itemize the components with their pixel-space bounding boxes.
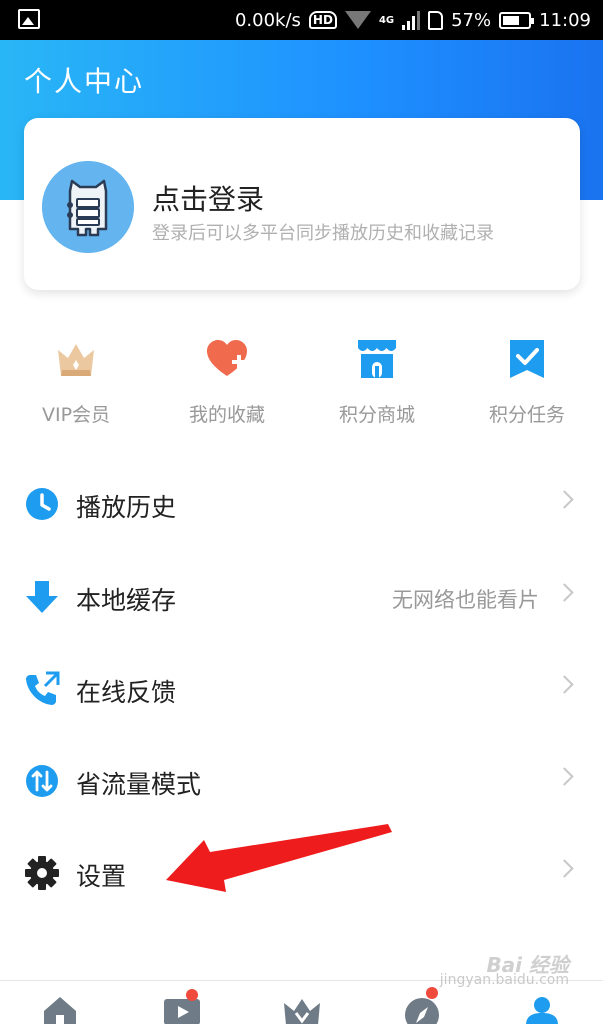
vip-crown-icon bbox=[284, 999, 320, 1024]
nav-tab-profile[interactable] bbox=[522, 995, 562, 1024]
quick-action-tasks[interactable]: 积分任务 bbox=[452, 336, 602, 436]
chevron-right-icon bbox=[555, 583, 574, 602]
nav-tab-video[interactable] bbox=[162, 989, 202, 1024]
quick-actions: VIP会员 我的收藏 积分商城 积分任务 bbox=[0, 336, 603, 436]
home-icon bbox=[44, 997, 76, 1024]
status-bar: 0.00k/s HD 4G 57% 11:09 bbox=[0, 0, 603, 40]
watermark: Bai 经验 jingyan.baidu.com bbox=[439, 953, 569, 988]
store-icon bbox=[358, 340, 396, 378]
quick-action-label: VIP会员 bbox=[41, 404, 111, 426]
annotation-arrow-icon bbox=[166, 824, 392, 892]
heart-plus-icon bbox=[207, 340, 247, 376]
menu-item-label: 省流量模式 bbox=[76, 770, 202, 799]
clock-time: 11:09 bbox=[539, 9, 591, 31]
nav-tab-vip[interactable] bbox=[282, 995, 322, 1024]
quick-action-store[interactable]: 积分商城 bbox=[302, 336, 452, 436]
quick-action-label: 积分商城 bbox=[338, 404, 415, 426]
mascot-avatar-icon bbox=[42, 161, 134, 253]
battery-icon bbox=[499, 11, 535, 29]
menu-item-label: 播放历史 bbox=[76, 493, 177, 522]
notification-dot bbox=[426, 987, 438, 999]
net-speed: 0.00k/s bbox=[234, 9, 301, 31]
nav-tab-home[interactable] bbox=[40, 995, 80, 1024]
menu-item-hint: 无网络也能看片 bbox=[392, 588, 539, 612]
data-saver-icon bbox=[26, 765, 58, 797]
signal-icon bbox=[402, 10, 421, 30]
sim-icon bbox=[428, 10, 444, 30]
download-arrow-icon bbox=[26, 581, 58, 613]
profile-icon bbox=[526, 997, 558, 1024]
status-indicators: 0.00k/s HD 4G 57% 11:09 bbox=[235, 0, 591, 40]
quick-action-label: 积分任务 bbox=[488, 404, 565, 426]
chevron-right-icon bbox=[555, 675, 574, 694]
network-type: 4G bbox=[378, 14, 395, 26]
quick-action-favorites[interactable]: 我的收藏 bbox=[152, 336, 302, 436]
clock-icon bbox=[26, 488, 58, 520]
menu-item-history[interactable]: 播放历史 bbox=[0, 458, 603, 550]
login-title[interactable]: 点击登录 bbox=[152, 178, 264, 218]
wifi-icon bbox=[344, 11, 371, 29]
nav-tab-discover[interactable] bbox=[402, 987, 442, 1024]
chevron-right-icon bbox=[555, 767, 574, 786]
phone-feedback-icon bbox=[26, 671, 60, 705]
avatar[interactable] bbox=[42, 161, 134, 253]
quick-action-vip[interactable]: VIP会员 bbox=[1, 336, 151, 436]
chevron-right-icon bbox=[555, 490, 574, 509]
crown-icon bbox=[58, 344, 94, 376]
menu-item-label: 本地缓存 bbox=[76, 586, 177, 615]
menu-item-local-cache[interactable]: 本地缓存 无网络也能看片 bbox=[0, 551, 603, 643]
login-subtitle: 登录后可以多平台同步播放历史和收藏记录 bbox=[152, 223, 494, 244]
gear-icon bbox=[25, 856, 59, 890]
chevron-right-icon bbox=[555, 859, 574, 878]
login-card[interactable]: 点击登录 登录后可以多平台同步播放历史和收藏记录 bbox=[24, 118, 580, 290]
task-check-icon bbox=[510, 340, 544, 378]
quick-action-label: 我的收藏 bbox=[188, 404, 265, 426]
page-title: 个人中心 bbox=[24, 65, 145, 98]
hd-voice-icon: HD bbox=[308, 11, 337, 29]
watermark-brand: Bai 经验 bbox=[486, 953, 569, 977]
battery-percent: 57% bbox=[451, 9, 492, 31]
menu-item-data-saver[interactable]: 省流量模式 bbox=[0, 735, 603, 827]
watermark-url: jingyan.baidu.com bbox=[439, 972, 569, 988]
image-notification-icon bbox=[18, 9, 40, 29]
menu-item-feedback[interactable]: 在线反馈 bbox=[0, 643, 603, 735]
menu-item-label: 在线反馈 bbox=[76, 678, 177, 707]
notification-dot bbox=[186, 989, 198, 1001]
compass-icon bbox=[405, 998, 439, 1024]
menu-item-label: 设置 bbox=[76, 862, 127, 891]
